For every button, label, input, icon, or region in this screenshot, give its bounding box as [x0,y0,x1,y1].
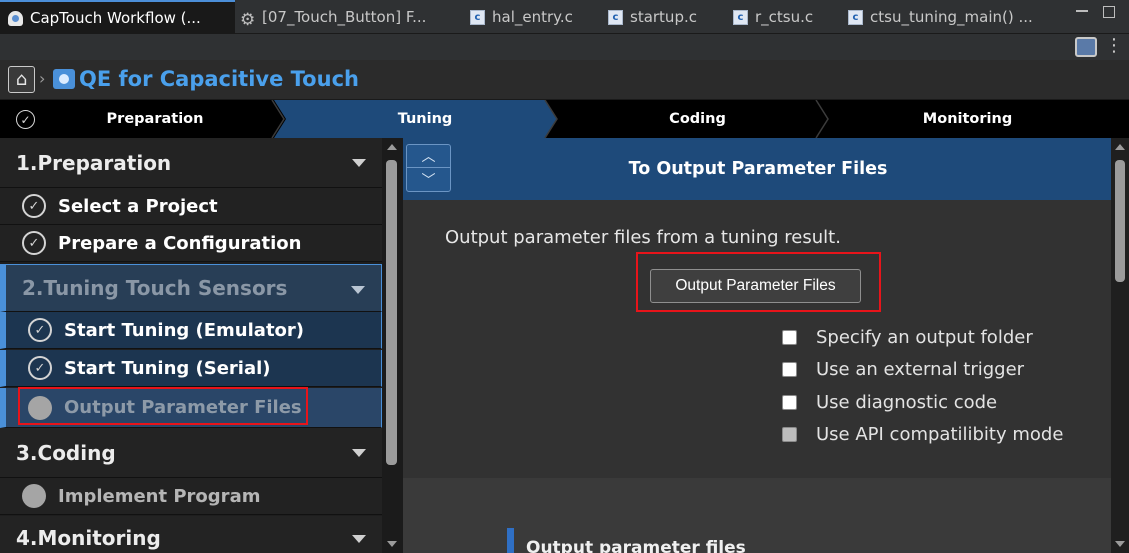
c-file-icon: c [470,9,485,25]
option-specify-output-folder[interactable]: Specify an output folder [782,324,1033,350]
checkbox[interactable] [782,329,797,345]
tab-startup[interactable]: c startup.c [608,0,728,34]
breadcrumb: ⌂ › QE for Capacitive Touch [0,60,1129,100]
scrollbar-thumb[interactable] [1115,160,1125,282]
content-title: To Output Parameter Files [628,159,888,179]
sidebar-item-implement-program[interactable]: Implement Program [0,478,382,515]
checkbox[interactable] [782,394,797,410]
tab-label: [07_Touch_Button] F... [262,8,427,26]
option-external-trigger[interactable]: Use an external trigger [782,356,1024,382]
tab-r-ctsu[interactable]: c r_ctsu.c [733,0,843,34]
workflow-icon [8,10,23,26]
option-label: Specify an output folder [816,326,1033,348]
c-file-icon: c [848,9,863,25]
section-monitoring[interactable]: 4.Monitoring [0,516,382,553]
step-tuning[interactable]: Tuning [300,100,550,138]
app-window: CapTouch Workflow (... ⚙ [07_Touch_Butto… [0,0,1129,553]
check-circle-icon: ✓ [22,194,46,218]
chevron-down-icon[interactable] [352,159,366,167]
tab-touch-button-config[interactable]: ⚙ [07_Touch_Button] F... [240,0,465,34]
scrollbar-thumb[interactable] [386,160,397,465]
option-label: Use an external trigger [816,358,1025,380]
chevron-up-icon[interactable]: ︿ [407,145,450,168]
section-title: 1.Preparation [16,150,172,175]
sidebar-item-label: Start Tuning (Serial) [64,357,271,379]
section-preparation[interactable]: 1.Preparation [0,138,382,188]
scroll-down-icon[interactable] [387,541,397,547]
section-coding[interactable]: 3.Coding [0,428,382,478]
tab-label: CapTouch Workflow (... [30,9,201,27]
content-scrollbar[interactable] [1111,138,1129,553]
chevron-down-icon[interactable]: ﹀ [407,168,450,191]
sidebar-item-label: Select a Project [58,195,218,217]
c-file-icon: c [733,9,748,25]
sidebar-item-start-tuning-emulator[interactable]: ✓ Start Tuning (Emulator) [0,312,382,349]
sidebar-scrollbar[interactable] [382,138,403,553]
tab-label: startup.c [630,8,697,26]
description-text: Output parameter files from a tuning res… [445,227,841,248]
step-navigation: ︿ ﹀ [406,144,451,192]
highlight-box-sidebar [18,387,308,425]
check-circle-icon: ✓ [28,356,52,380]
option-label: Use API compatilibity mode [816,423,1064,445]
minimize-icon[interactable] [1076,6,1088,12]
check-circle-icon: ✓ [28,318,52,342]
scroll-up-icon[interactable] [387,144,397,150]
view-toolbar: ⋮ [0,34,1129,60]
chevron-right-icon: › [39,69,46,88]
sync-view-icon[interactable] [1075,37,1097,57]
gear-icon: ⚙ [240,9,256,30]
tab-hal-entry[interactable]: c hal_entry.c [470,0,600,34]
tab-label: r_ctsu.c [755,8,814,26]
section-accent-bar [507,528,514,553]
editor-tab-bar: CapTouch Workflow (... ⚙ [07_Touch_Butto… [0,0,1129,34]
chevron-down-icon[interactable] [351,286,365,294]
tab-captouch-workflow[interactable]: CapTouch Workflow (... [0,0,235,34]
content-body: Output parameter files from a tuning res… [403,200,1113,478]
scroll-down-icon[interactable] [1115,541,1125,547]
tab-label: ctsu_tuning_main() ... [870,8,1033,26]
tab-ctsu-tuning-main[interactable]: c ctsu_tuning_main() ... [848,0,1063,34]
chevron-down-icon[interactable] [352,535,366,543]
output-files-section: Output parameter files [403,478,1113,553]
section-title: 2.Tuning Touch Sensors [22,276,288,300]
option-api-compatibility-mode: Use API compatilibity mode [782,421,1063,447]
check-circle-icon: ✓ [16,110,35,129]
view-menu-icon[interactable]: ⋮ [1103,37,1125,57]
section-title: 4.Monitoring [16,526,161,550]
scroll-up-icon[interactable] [1115,144,1125,150]
option-diagnostic-code[interactable]: Use diagnostic code [782,389,997,415]
workflow-sidebar: 1.Preparation ✓ Select a Project ✓ Prepa… [0,138,382,553]
chevron-down-icon[interactable] [352,449,366,457]
content-panel: To Output Parameter Files ︿ ﹀ Output par… [403,138,1129,553]
c-file-icon: c [608,9,623,25]
checkbox-disabled [782,426,797,442]
section-title: 3.Coding [16,440,116,465]
tab-label: hal_entry.c [492,8,573,26]
section-tuning-touch-sensors[interactable]: 2.Tuning Touch Sensors [0,264,382,312]
highlight-box-button [636,252,881,312]
sidebar-item-start-tuning-serial[interactable]: ✓ Start Tuning (Serial) [0,350,382,387]
workflow-steps: ✓ Preparation Tuning Coding Monitoring [0,100,1129,138]
sidebar-item-prepare-configuration[interactable]: ✓ Prepare a Configuration [0,225,382,262]
sidebar-item-label: Prepare a Configuration [58,232,302,254]
step-preparation[interactable]: Preparation [40,100,270,138]
step-coding[interactable]: Coding [570,100,825,138]
sidebar-item-label: Implement Program [58,485,261,507]
option-label: Use diagnostic code [816,391,998,413]
step-monitoring[interactable]: Monitoring [840,100,1095,138]
status-circle-icon [22,484,46,508]
sidebar-item-label: Start Tuning (Emulator) [64,319,305,341]
check-circle-icon: ✓ [22,231,46,255]
content-header: To Output Parameter Files [403,138,1113,200]
checkbox[interactable] [782,361,797,377]
page-title: QE for Capacitive Touch [79,67,359,91]
section-title: Output parameter files [526,538,746,553]
sidebar-item-select-project[interactable]: ✓ Select a Project [0,188,382,225]
qe-touch-icon [53,69,75,89]
maximize-icon[interactable] [1103,6,1115,18]
home-icon[interactable]: ⌂ [8,66,35,93]
